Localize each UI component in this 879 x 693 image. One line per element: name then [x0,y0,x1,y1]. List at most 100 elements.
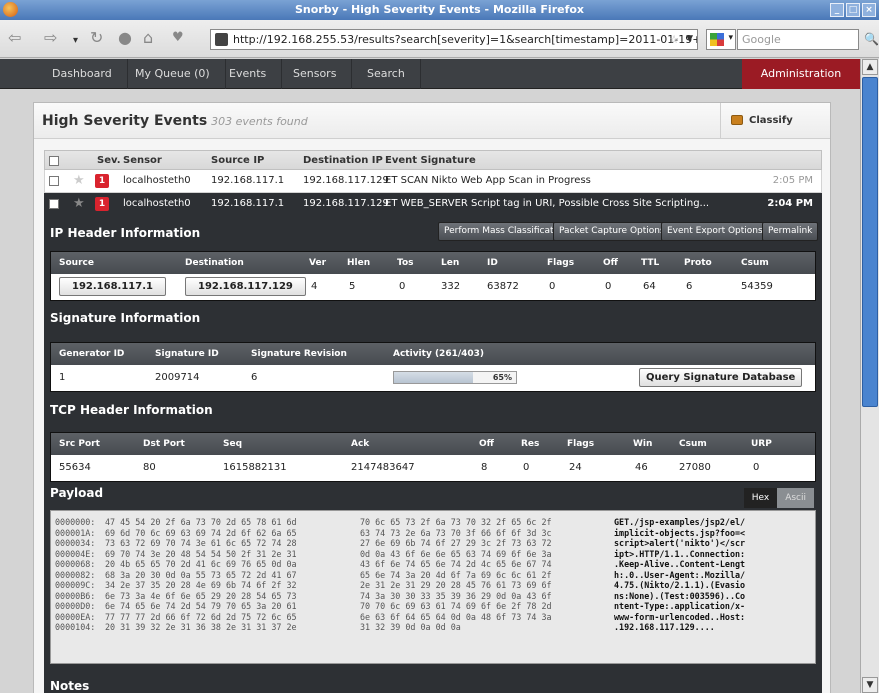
payload-ascii: 4.75.(Nikto/2.1.1).(Evasio [614,580,746,590]
table-row[interactable]: ★ 1 localhosteth0 192.168.117.1 192.168.… [44,170,822,193]
payload-offset: 0000034: [55,538,96,548]
val-len: 332 [441,281,461,292]
notes-title: Notes [50,679,90,693]
search-input[interactable]: Google [737,29,859,50]
payload-hex: 43 6f 6e 74 65 6e 74 2d 4c 65 6e 67 74 [360,559,552,569]
close-button[interactable]: × [862,3,876,17]
tab-ascii[interactable]: Ascii [777,488,814,508]
tab-hex[interactable]: Hex [743,488,778,508]
payload-ascii: www-form-urlencoded..Host: [614,611,746,622]
col-sev: Sev. [97,155,121,166]
payload-hex: 69 6d 70 6c 69 63 69 74 2d 6f 62 6a 65 [105,527,297,538]
payload-hex-dump: 0000000: 47 45 54 20 2f 6a 73 70 2d 65 78… [50,510,816,664]
row-source-ip: 192.168.117.1 [211,175,285,186]
stop-icon[interactable]: ● [118,30,132,46]
row-sensor: localhosteth0 [123,175,191,186]
nav-events[interactable]: Events [214,59,283,89]
forward-icon[interactable]: ⇨ [44,30,57,46]
col-off: Off [479,439,494,449]
col-src-port: Src Port [59,439,100,449]
minimize-button[interactable]: _ [830,3,844,17]
payload-hex: 27 6e 69 6b 74 6f 27 29 3c 2f 73 63 72 [360,538,552,548]
scroll-down-icon[interactable]: ▼ [862,677,878,693]
scroll-up-icon[interactable]: ▲ [862,59,878,75]
row-checkbox[interactable] [49,176,59,186]
page-content: High Severity Events 303 events found Cla… [0,90,860,693]
payload-offset: 0000000: [55,517,96,527]
payload-offset: 000009C: [55,580,96,590]
history-dropdown-icon[interactable]: ▾ [73,33,78,49]
select-all-checkbox[interactable] [49,156,59,166]
col-csum: Csum [741,258,769,268]
classify-events-button[interactable]: Classify Event(s) [720,103,830,161]
col-len: Len [441,258,460,268]
reload-icon[interactable]: ↻ [90,30,103,46]
nav-administration[interactable]: Administration [742,59,860,89]
back-icon[interactable]: ⇦ [8,30,21,46]
payload-hex: 68 3a 20 30 0d 0a 55 73 65 72 2d 41 67 [105,569,297,580]
maximize-button[interactable]: □ [846,3,860,17]
payload-hex: 2e 31 2e 31 29 20 28 45 76 61 73 69 6f [360,580,552,590]
events-table-header: Sev. Sensor Source IP Destination IP Eve… [44,150,822,170]
search-engine-selector[interactable]: ▾ [706,29,736,50]
col-res: Res [521,439,540,449]
event-export-button[interactable]: Event Export Options [661,222,769,241]
packet-capture-button[interactable]: Packet Capture Options [553,222,671,241]
table-row-selected[interactable]: ★ 1 localhosteth0 192.168.117.1 192.168.… [44,193,822,216]
star-icon[interactable]: ★ [73,173,85,189]
site-identity-icon[interactable] [215,33,228,46]
severity-badge: 1 [95,174,109,188]
nav-search[interactable]: Search [352,59,421,89]
home-icon[interactable]: ⌂ [143,30,153,46]
payload-row: 0000068: 20 4b 65 65 70 2d 41 6c 69 76 65… [55,559,811,570]
col-source: Source [59,258,94,268]
source-ip-button[interactable]: 192.168.117.1 [59,277,166,296]
nav-my-queue[interactable]: My Queue (0) [120,59,226,89]
val-csum: 27080 [679,462,711,473]
app-navigation: Dashboard My Queue (0) Events Sensors Se… [0,59,860,89]
browser-toolbar: ⇦ ⇨ ▾ ↻ ● ⌂ ♥ http://192.168.255.53/resu… [0,20,879,58]
url-dropdown-icon[interactable]: ▼ [686,30,693,49]
severity-badge: 1 [95,197,109,211]
val-flags: 0 [549,281,556,292]
bookmark-icon[interactable]: ♥ [172,30,184,46]
val-win: 46 [635,462,648,473]
col-hlen: Hlen [347,258,371,268]
star-icon[interactable]: ★ [73,196,85,212]
query-signature-button[interactable]: Query Signature Database [639,368,803,387]
scroll-thumb[interactable] [862,77,878,407]
col-flags: Flags [567,439,595,449]
activity-percent: 65% [492,373,512,382]
vertical-scrollbar[interactable]: ▲ ▼ [860,59,879,693]
payload-hex: 70 70 6c 69 63 61 74 69 6f 6e 2f 78 2d [360,601,552,611]
col-signature-revision: Signature Revision [251,349,347,359]
col-activity: Activity (261/403) [393,349,485,359]
val-off: 0 [605,281,612,292]
col-sensor: Sensor [123,155,162,166]
url-bar[interactable]: http://192.168.255.53/results?search[sev… [210,29,698,50]
star-icon[interactable]: ☆ [669,30,679,49]
col-urp: URP [751,439,772,449]
destination-ip-button[interactable]: 192.168.117.129 [185,277,306,296]
search-engine-icon [710,33,724,46]
row-checkbox[interactable] [49,199,59,209]
nav-sensors[interactable]: Sensors [278,59,353,89]
nav-dashboard[interactable]: Dashboard [37,59,128,89]
signature-values: 1 2009714 6 65% Query Signature Database [51,365,815,391]
payload-hex: 77 77 77 2d 66 6f 72 6d 2d 75 72 6c 65 [105,611,297,622]
tcp-header-title: TCP Header Information [50,403,213,417]
payload-offset: 000001A: [55,527,96,538]
col-dst-port: Dst Port [143,439,185,449]
page-title: High Severity Events 303 events found [42,113,308,129]
row-signature: ET SCAN Nikto Web App Scan in Progress [385,175,591,186]
col-ttl: TTL [641,258,660,268]
col-tos: Tos [397,258,414,268]
payload-tabs: Hex Ascii [743,488,814,508]
classify-icon [731,115,743,125]
val-signature-id: 2009714 [155,372,200,383]
payload-ascii: ipt>.HTTP/1.1..Connection: [614,548,746,559]
payload-hex: 74 3a 30 30 33 35 39 36 29 0d 0a 43 6f [360,590,552,601]
search-icon[interactable]: 🔍 [864,32,879,46]
payload-ascii: .Keep-Alive..Content-Lengt [614,559,746,569]
permalink-button[interactable]: Permalink [762,222,819,241]
